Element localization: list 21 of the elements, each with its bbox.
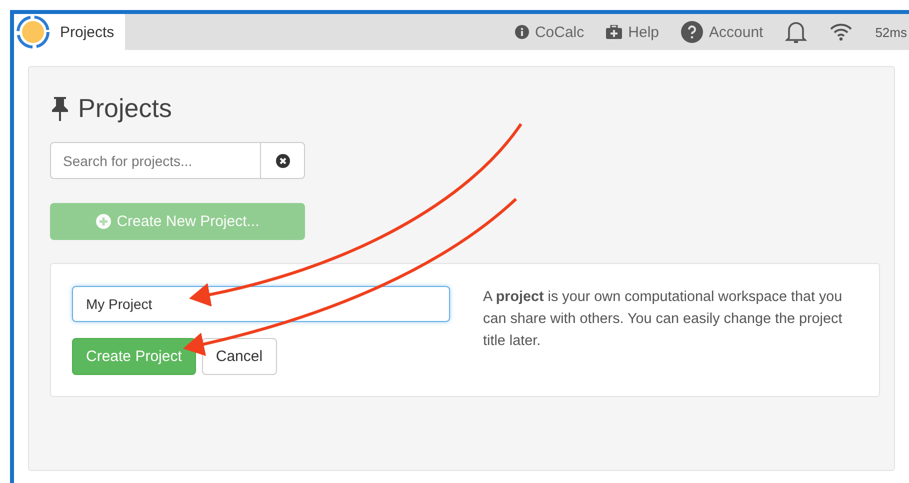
close-icon (276, 154, 290, 168)
pin-icon (50, 96, 70, 122)
account-link[interactable]: Account (681, 21, 764, 43)
help-link[interactable]: Help (606, 24, 659, 40)
search-field[interactable]: Search for projects... (50, 142, 262, 179)
bell-icon[interactable] (785, 20, 808, 44)
question-icon (681, 21, 703, 43)
wifi-icon (829, 23, 854, 41)
info-icon (514, 25, 529, 39)
info-link[interactable]: CoCalc (514, 24, 584, 40)
cancel-button[interactable]: Cancel (202, 338, 277, 375)
projects-tab[interactable]: Projects (14, 14, 125, 50)
medkit-icon (606, 25, 622, 39)
page-title: Projects (78, 93, 172, 124)
create-project-button[interactable]: Create Project (72, 338, 196, 375)
clear-button[interactable] (261, 142, 305, 179)
project-description: A project is your own computational workspace that you can share with others. You can easily change the project title later. (483, 288, 844, 351)
logo-icon (16, 15, 50, 49)
project-title-field[interactable]: My Project (72, 286, 450, 322)
plus-circle-icon (96, 214, 111, 229)
ping-time: 52ms (875, 24, 907, 40)
